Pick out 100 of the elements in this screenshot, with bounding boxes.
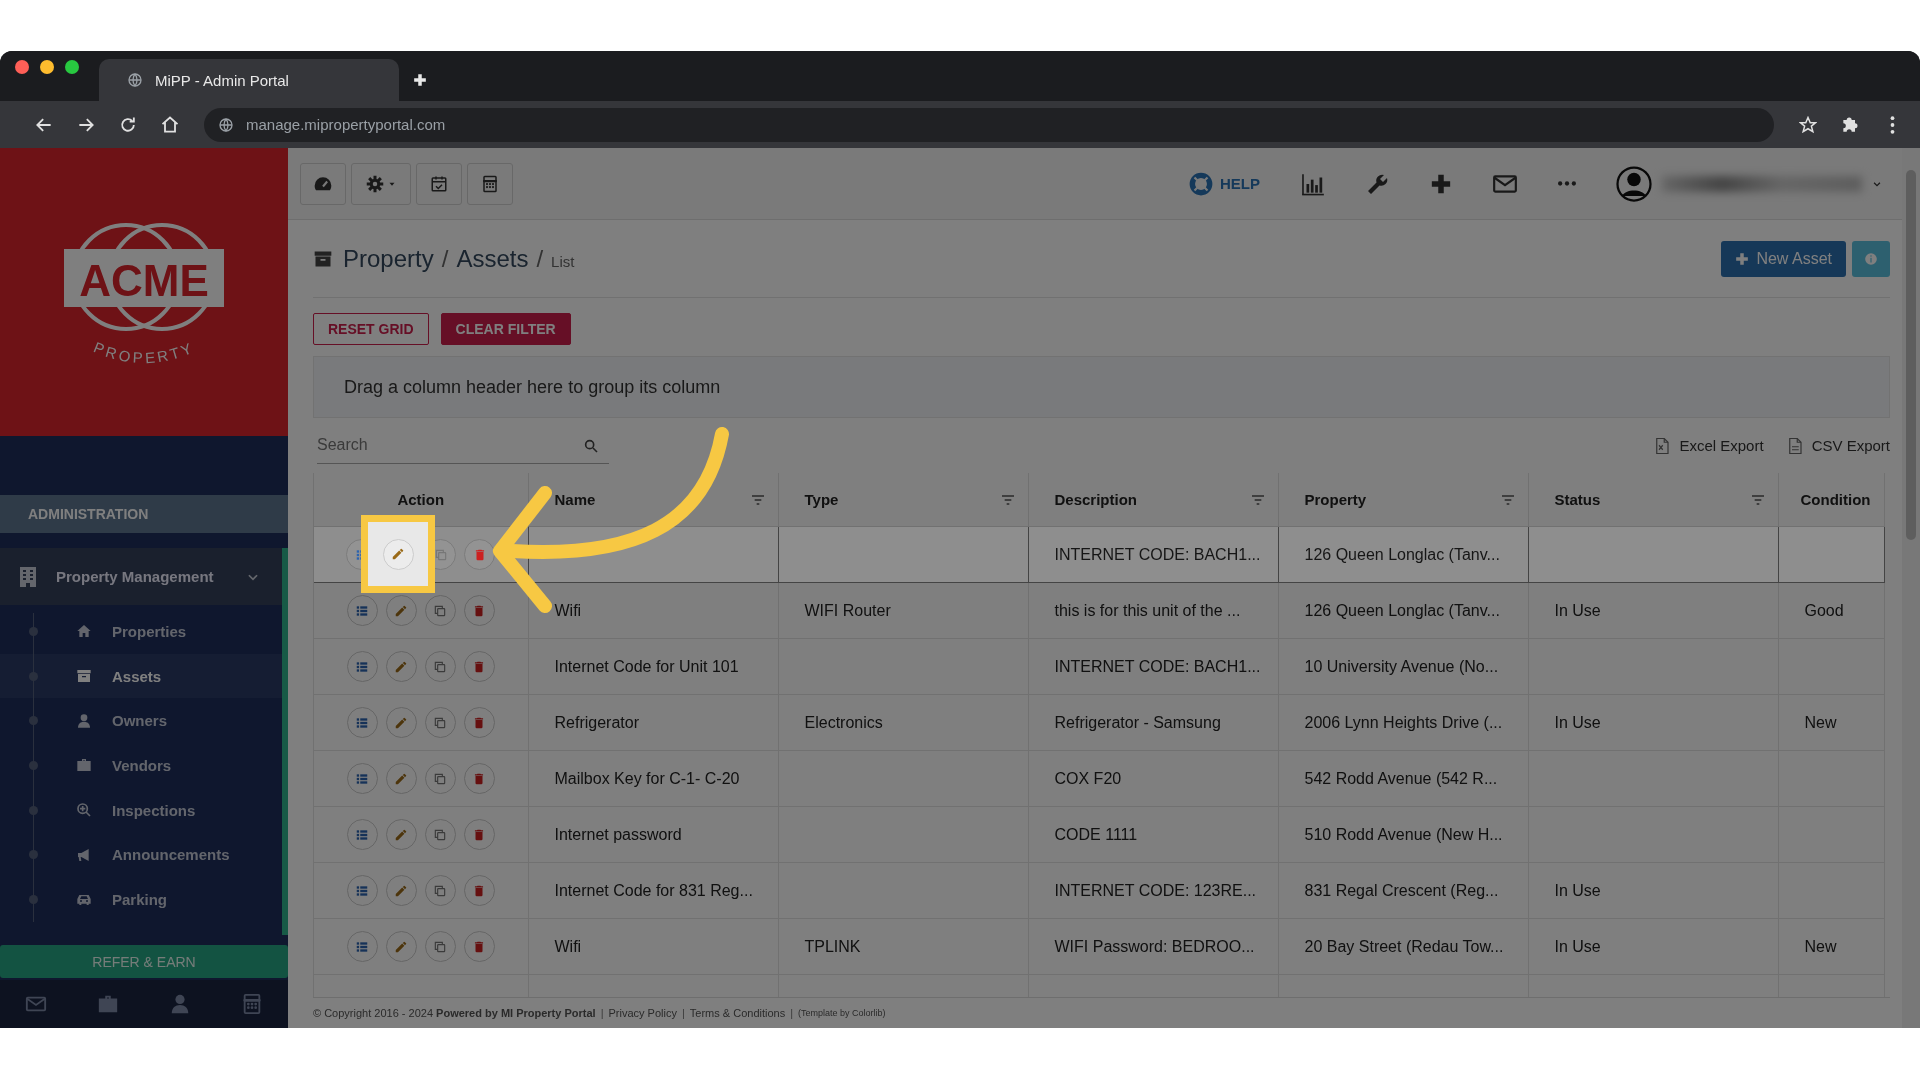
menu-item[interactable]: Assets [0, 653, 282, 699]
column-title: Condition [1800, 491, 1871, 508]
edit-button[interactable] [385, 875, 417, 906]
table-cell: INTERNET CODE: 123RE... [1054, 881, 1257, 899]
edit-button[interactable] [385, 651, 417, 682]
view-button[interactable] [346, 763, 378, 794]
edit-button[interactable] [385, 707, 417, 738]
search-field[interactable]: Search [317, 427, 609, 464]
menu-item[interactable]: Vendors [0, 743, 282, 788]
delete-button[interactable] [463, 651, 495, 682]
export-button[interactable]: CSV Export [1785, 436, 1890, 455]
delete-button[interactable] [463, 707, 495, 738]
breadcrumb-separator: / [441, 244, 449, 273]
menu-group[interactable]: Property Management [0, 548, 282, 605]
menu-item[interactable]: Parking [0, 877, 282, 922]
copy-icon [433, 603, 448, 618]
address-bar[interactable]: manage.mipropertyportal.com [204, 107, 1774, 142]
help-link[interactable]: HELP [1188, 170, 1260, 197]
view-button[interactable] [346, 875, 378, 906]
briefcase-button[interactable] [97, 993, 119, 1015]
calendar-button[interactable] [416, 162, 462, 205]
view-button[interactable] [346, 931, 378, 962]
copy-icon [433, 939, 448, 954]
view-button[interactable] [346, 595, 378, 626]
pencil-icon [394, 883, 409, 898]
timeline-dot [29, 760, 38, 770]
grid-button[interactable]: RESET GRID [313, 313, 429, 345]
column-header[interactable]: Condition [1778, 473, 1884, 527]
delete-button[interactable] [463, 763, 495, 794]
breadcrumb-link[interactable]: Property [343, 244, 434, 273]
delete-button[interactable] [464, 539, 496, 570]
copy-button[interactable] [424, 651, 456, 682]
calculator-button[interactable] [467, 162, 513, 205]
column-header[interactable]: Type [778, 473, 1028, 527]
delete-button[interactable] [463, 875, 495, 906]
new-asset-button[interactable]: New Asset [1721, 240, 1846, 277]
table-cell: In Use [1554, 937, 1601, 955]
column-header[interactable]: Action [314, 473, 528, 527]
view-button[interactable] [346, 651, 378, 682]
delete-button[interactable] [463, 595, 495, 626]
table-cell: 831 Regal Crescent (Reg... [1304, 881, 1499, 899]
maximize-window-button[interactable] [65, 60, 79, 74]
info-button[interactable] [1852, 240, 1890, 277]
table-cell: CODE 1111 [1054, 825, 1138, 843]
pencil-icon [394, 603, 409, 618]
menu-item[interactable]: Inspections [0, 787, 282, 833]
scrollbar[interactable] [1902, 148, 1920, 1028]
list-icon [355, 883, 370, 898]
dashboard-button[interactable] [300, 162, 346, 205]
user-menu[interactable] [1616, 165, 1882, 202]
plus-icon [1735, 251, 1750, 266]
info-icon [1864, 251, 1878, 266]
calculator-icon [241, 993, 263, 1015]
menu-item[interactable]: Properties [0, 609, 282, 654]
view-button[interactable] [346, 707, 378, 738]
pencil-icon [394, 659, 409, 674]
copy-button[interactable] [424, 875, 456, 906]
delete-button[interactable] [463, 931, 495, 962]
edit-button[interactable] [385, 931, 417, 962]
view-button[interactable] [346, 819, 378, 850]
footer-link[interactable]: Terms & Conditions [689, 1007, 786, 1019]
calculator-button[interactable] [241, 993, 263, 1015]
menu-item[interactable]: Owners [0, 698, 282, 744]
copy-button[interactable] [424, 707, 456, 738]
copy-button[interactable] [424, 763, 456, 794]
export-button[interactable]: Excel Export [1653, 436, 1764, 455]
settings-button[interactable] [351, 162, 411, 205]
footer-separator: | [790, 1007, 794, 1019]
copy-button[interactable] [424, 931, 456, 962]
breadcrumb-link[interactable]: Assets [456, 244, 529, 273]
copy-button[interactable] [424, 595, 456, 626]
copy-icon [433, 771, 448, 786]
edit-button[interactable] [385, 819, 417, 850]
close-window-button[interactable] [15, 60, 29, 74]
new-tab-button[interactable] [413, 73, 427, 87]
column-header[interactable]: Description [1028, 473, 1278, 527]
avatar-icon [1616, 165, 1652, 202]
add-button[interactable] [1430, 172, 1452, 195]
edit-button[interactable] [385, 595, 417, 626]
copy-button[interactable] [424, 819, 456, 850]
refer-earn-button[interactable]: REFER & EARN [0, 945, 288, 978]
copy-icon [433, 659, 448, 674]
list-icon [355, 827, 370, 842]
more-button[interactable] [1558, 181, 1576, 186]
profile-button[interactable] [169, 993, 191, 1015]
menu-group-label: Property Management [56, 568, 215, 585]
browser-tab[interactable]: MiPP - Admin Portal [99, 59, 399, 101]
grid-button[interactable]: CLEAR FILTER [440, 313, 571, 345]
spreadsheet-file-icon [1653, 436, 1672, 455]
archive-icon [76, 668, 92, 685]
table-cell: 20 Bay Street (Redau Tow... [1304, 937, 1504, 955]
column-header[interactable]: Property [1278, 473, 1528, 527]
edit-button[interactable] [385, 763, 417, 794]
minimize-window-button[interactable] [40, 60, 54, 74]
menu-item[interactable]: Announcements [0, 832, 282, 878]
megaphone-icon [76, 846, 92, 863]
edit-button[interactable] [382, 538, 414, 570]
column-header[interactable]: Status [1528, 473, 1778, 527]
footer-link[interactable]: Privacy Policy [608, 1007, 677, 1019]
delete-button[interactable] [463, 819, 495, 850]
